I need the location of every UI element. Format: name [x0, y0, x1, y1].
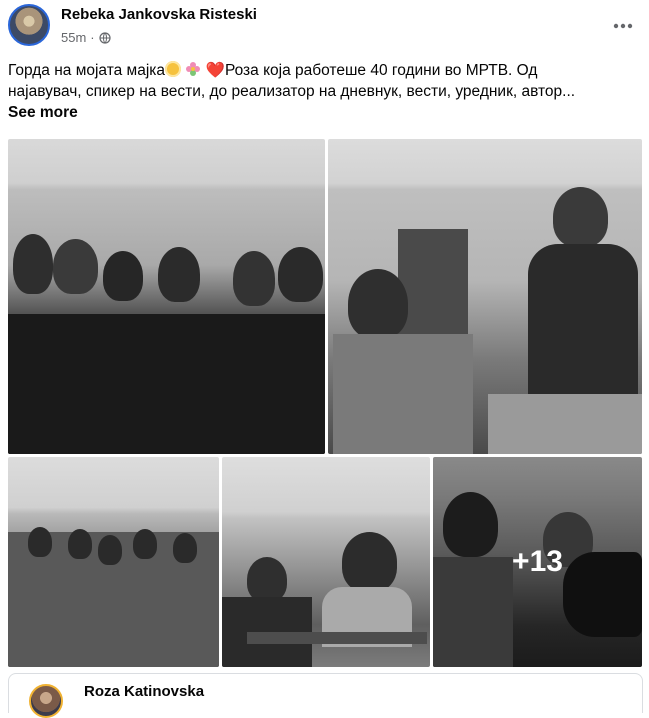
post-header: Rebeka Jankovska Risteski 55m ·: [0, 0, 649, 55]
post-text: Горда на мојата мајка ❤️Роза која работе…: [8, 60, 638, 102]
more-photos-overlay[interactable]: +13: [433, 457, 642, 667]
shared-post-card[interactable]: Roza Katinovska: [8, 673, 643, 718]
post-text-part-2: Роза која работеше 40 години во МРТВ. Од: [224, 62, 538, 79]
see-more-link[interactable]: See more: [8, 104, 78, 122]
author-avatar[interactable]: [8, 4, 50, 46]
post-text-line-2: најавувач, спикер на вести, до реализато…: [8, 83, 576, 100]
post-text-part-1: Горда на мојата мајка: [8, 62, 166, 79]
photo-women-uniforms[interactable]: [8, 457, 219, 667]
post-text-line-1: Горда на мојата мајка ❤️Роза која работе…: [8, 60, 638, 81]
post-time[interactable]: 55m: [61, 30, 86, 45]
photo-office-kiss[interactable]: [222, 457, 430, 667]
flower-emoji-icon: [186, 62, 201, 76]
meta-separator: ·: [90, 30, 95, 45]
globe-icon[interactable]: [99, 31, 111, 44]
post-meta: 55m ·: [61, 30, 111, 45]
more-options-button[interactable]: [609, 12, 637, 40]
sun-emoji-icon: [165, 61, 182, 77]
heart-emoji-icon: ❤️: [205, 62, 225, 79]
author-name[interactable]: Rebeka Jankovska Risteski: [61, 6, 257, 23]
more-dots-icon: [613, 23, 633, 29]
photo-group-party[interactable]: [8, 139, 325, 454]
photo-radio-studio[interactable]: [328, 139, 642, 454]
shared-author-name[interactable]: Roza Katinovska: [84, 683, 204, 700]
shared-author-avatar[interactable]: [29, 684, 63, 718]
more-photos-count: +13: [512, 545, 563, 578]
photo-camera-operator[interactable]: +13: [433, 457, 642, 667]
